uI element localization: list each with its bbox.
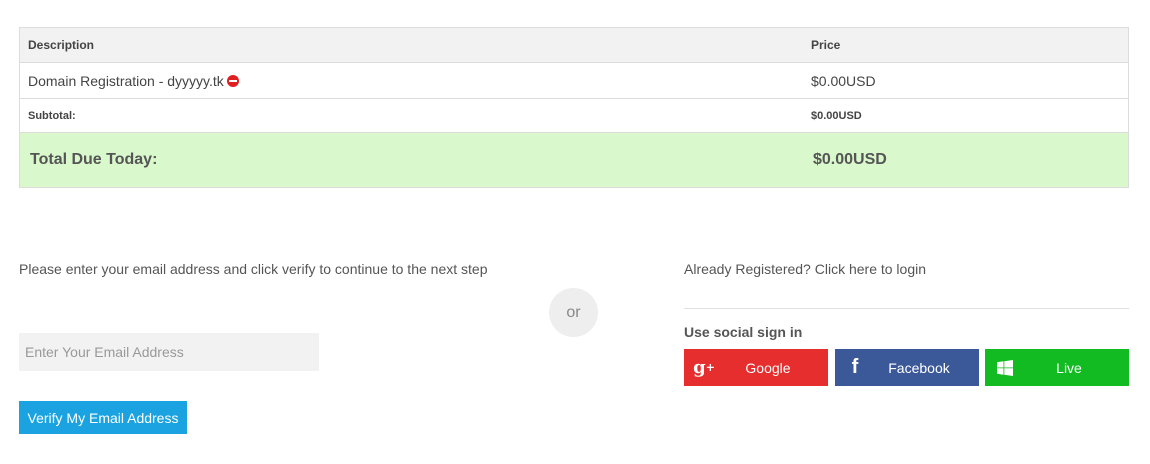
live-button-label: Live xyxy=(1056,359,1082,376)
subtotal-row: Subtotal: $0.00USD xyxy=(20,99,1128,133)
item-description: Domain Registration - dyyyyy.tk xyxy=(28,72,224,89)
table-row: Domain Registration - dyyyyy.tk $0.00USD xyxy=(20,63,1128,99)
verify-instructions: Please enter your email address and clic… xyxy=(19,261,488,277)
order-summary-table: Description Price Domain Registration - … xyxy=(19,27,1129,188)
total-label: Total Due Today: xyxy=(30,151,158,168)
subtotal-label: Subtotal: xyxy=(28,109,76,122)
facebook-icon: f xyxy=(851,356,859,378)
windows-icon xyxy=(985,349,1025,386)
table-header-row: Description Price xyxy=(20,28,1128,63)
google-plus-icon: g + xyxy=(693,357,715,378)
description-column-header: Description xyxy=(28,38,95,52)
login-link[interactable]: Already Registered? Click here to login xyxy=(684,259,926,279)
or-divider: or xyxy=(549,288,598,337)
google-button-label: Google xyxy=(745,359,791,376)
divider xyxy=(684,308,1129,309)
live-signin-button[interactable]: Live xyxy=(985,349,1129,386)
remove-item-icon[interactable] xyxy=(226,74,239,87)
facebook-button-label: Facebook xyxy=(888,359,950,376)
total-row: Total Due Today: $0.00USD xyxy=(20,133,1128,187)
email-input[interactable] xyxy=(19,333,319,371)
facebook-signin-button[interactable]: f Facebook xyxy=(835,349,979,386)
google-signin-button[interactable]: g + Google xyxy=(684,349,828,386)
item-description-cell: Domain Registration - dyyyyy.tk xyxy=(20,73,803,89)
subtotal-value: $0.00USD xyxy=(811,109,862,122)
social-signin-heading: Use social sign in xyxy=(684,324,803,340)
total-value: $0.00USD xyxy=(813,151,887,168)
verify-email-button[interactable]: Verify My Email Address xyxy=(19,401,187,434)
price-column-header: Price xyxy=(811,38,841,52)
item-price: $0.00USD xyxy=(811,72,876,89)
